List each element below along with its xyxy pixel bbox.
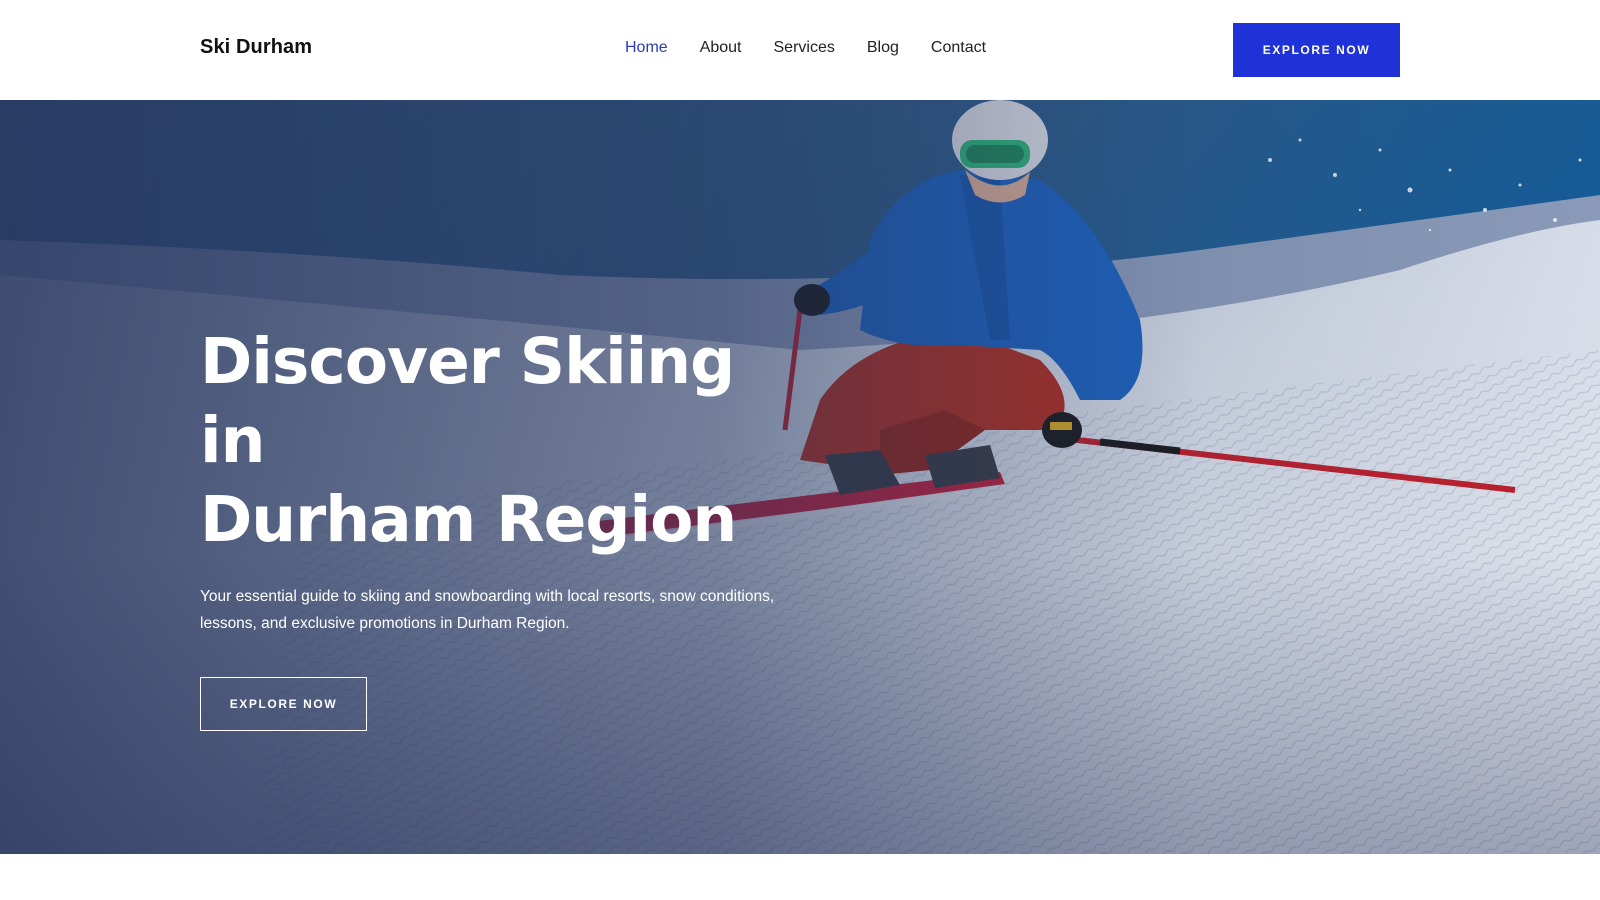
hero-title-line-2: Durham Region (200, 483, 737, 556)
hero-subtitle: Your essential guide to skiing and snowb… (200, 588, 775, 632)
nav-item-services[interactable]: Services (774, 39, 835, 57)
main-nav: Home About Services Blog Contact (625, 39, 986, 57)
hero-section: Discover Skiing in Durham Region Your es… (0, 100, 1600, 854)
nav-item-contact[interactable]: Contact (931, 39, 986, 57)
site-header: Ski Durham Home About Services Blog Cont… (0, 0, 1600, 100)
site-logo[interactable]: Ski Durham (200, 36, 312, 59)
nav-item-blog[interactable]: Blog (867, 39, 899, 57)
header-explore-button[interactable]: EXPLORE NOW (1233, 23, 1400, 77)
page-bottom-strip (0, 854, 1600, 900)
nav-item-home[interactable]: Home (625, 39, 668, 57)
hero-title: Discover Skiing in Durham Region (200, 322, 800, 559)
hero-content: Discover Skiing in Durham Region Your es… (200, 322, 800, 731)
nav-item-about[interactable]: About (700, 39, 742, 57)
hero-title-line-1: Discover Skiing in (200, 325, 735, 477)
hero-explore-button[interactable]: EXPLORE NOW (200, 677, 367, 731)
